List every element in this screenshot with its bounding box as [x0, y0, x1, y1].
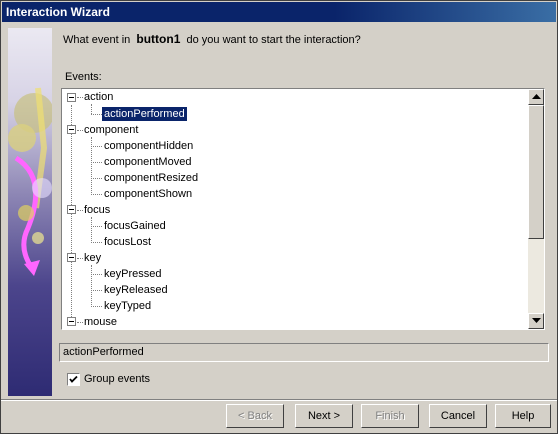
scroll-down-button[interactable] [528, 313, 544, 329]
tree-connector [77, 258, 83, 259]
tree-connector [91, 114, 102, 115]
window-title: Interaction Wizard [6, 5, 110, 19]
scroll-up-button[interactable] [528, 89, 544, 105]
minus-box-icon[interactable] [67, 253, 76, 262]
tree-connector [91, 274, 102, 275]
tree-item-componentHidden[interactable]: componentHidden [104, 139, 193, 153]
tree-connector [91, 242, 102, 243]
finish-button[interactable]: Finish [361, 404, 419, 428]
events-tree[interactable]: action actionPerformed component compone… [61, 88, 545, 330]
wizard-window: Interaction Wizard What event in button1… [0, 0, 558, 434]
tree-item-componentResized[interactable]: componentResized [104, 171, 198, 185]
tree-connector [71, 105, 72, 323]
tree-item-focusLost[interactable]: focusLost [104, 235, 151, 249]
tree-connector [91, 194, 102, 195]
help-button[interactable]: Help [495, 404, 551, 428]
tree-connector [91, 226, 102, 227]
tree-connector [91, 146, 102, 147]
arrow-up-icon [532, 94, 541, 99]
tree-connector [91, 162, 102, 163]
tree-group-component[interactable]: component [84, 123, 138, 137]
prompt-prefix: What event in [63, 34, 131, 46]
back-button[interactable]: < Back [226, 404, 284, 428]
checkmark-icon [69, 375, 78, 383]
events-label: Events: [65, 71, 102, 83]
tree-item-componentShown[interactable]: componentShown [104, 187, 192, 201]
tree-group-key[interactable]: key [84, 251, 101, 265]
tree-connector [91, 306, 102, 307]
tree-connector [77, 210, 83, 211]
tree-item-componentMoved[interactable]: componentMoved [104, 155, 191, 169]
minus-box-icon[interactable] [67, 317, 76, 326]
group-events-label: Group events [84, 373, 151, 385]
minus-box-icon[interactable] [67, 125, 76, 134]
prompt-text: What event in button1 do you want to sta… [63, 32, 361, 46]
tree-connector [91, 290, 102, 291]
selected-event-field: actionPerformed [59, 343, 549, 362]
tree-item-actionPerformed[interactable]: actionPerformed [101, 106, 188, 122]
tree-item-keyPressed[interactable]: keyPressed [104, 267, 161, 281]
tree-item-focusGained[interactable]: focusGained [104, 219, 166, 233]
tree-connector [77, 322, 83, 323]
tree-connector [91, 217, 92, 243]
button-separator [1, 399, 557, 401]
minus-box-icon[interactable] [67, 93, 76, 102]
tree-connector [77, 130, 83, 131]
group-events-checkbox[interactable] [67, 373, 80, 386]
wizard-graphic [8, 28, 52, 396]
arrow-down-icon [532, 318, 541, 323]
tree-connector [91, 265, 92, 307]
tree-item-keyReleased[interactable]: keyReleased [104, 283, 168, 297]
tree-connector [91, 104, 92, 114]
next-button[interactable]: Next > [295, 404, 353, 428]
title-bar[interactable]: Interaction Wizard [2, 2, 556, 22]
cancel-button[interactable]: Cancel [429, 404, 487, 428]
prompt-suffix: do you want to start the interaction? [186, 34, 361, 46]
tree-connector [91, 178, 102, 179]
tree-content: action actionPerformed component compone… [62, 89, 529, 329]
tree-group-action[interactable]: action [84, 90, 113, 104]
tree-group-focus[interactable]: focus [84, 203, 110, 217]
component-name: button1 [136, 32, 181, 46]
minus-box-icon[interactable] [67, 205, 76, 214]
tree-group-mouse[interactable]: mouse [84, 315, 117, 329]
tree-vertical-scrollbar[interactable] [528, 89, 544, 329]
tree-item-keyTyped[interactable]: keyTyped [104, 299, 151, 313]
scroll-thumb[interactable] [528, 105, 544, 239]
tree-connector [77, 97, 83, 98]
